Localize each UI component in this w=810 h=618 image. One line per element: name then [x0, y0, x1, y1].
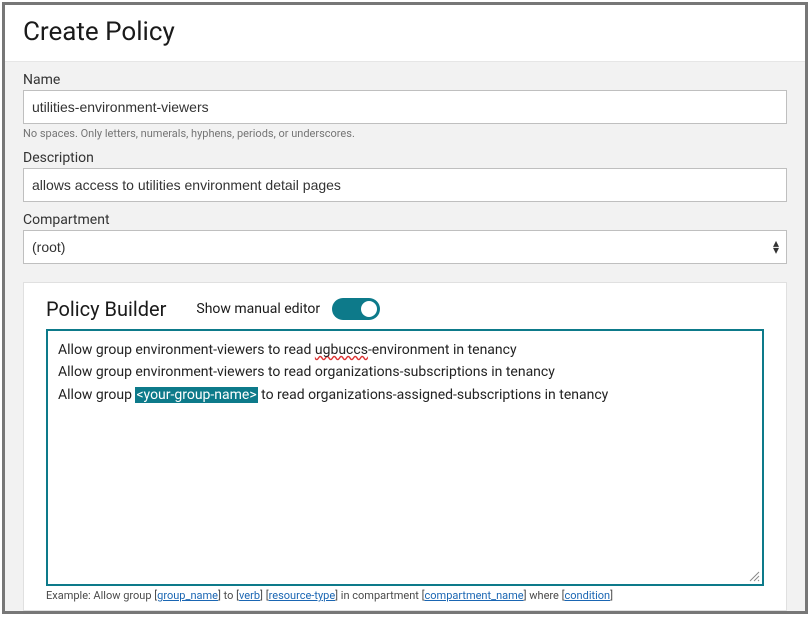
compartment-select[interactable] [23, 230, 787, 264]
description-label: Description [23, 150, 787, 166]
policy-statements-editor[interactable]: Allow group environment-viewers to read … [46, 329, 764, 586]
example-group-name-link[interactable]: group_name [157, 589, 218, 602]
name-field: Name No spaces. Only letters, numerals, … [23, 72, 787, 140]
policy-builder-panel: Policy Builder Show manual editor Allow … [23, 282, 787, 611]
name-label: Name [23, 72, 787, 88]
example-condition-link[interactable]: condition [565, 589, 611, 602]
resize-handle-icon [748, 570, 760, 582]
manual-editor-toggle-group: Show manual editor [196, 298, 380, 320]
policy-line: Allow group environment-viewers to read … [58, 339, 752, 361]
example-resource-type-link[interactable]: resource-type [269, 589, 336, 602]
page-title: Create Policy [23, 17, 787, 47]
create-policy-dialog: Create Policy Name No spaces. Only lette… [2, 2, 808, 614]
name-hint: No spaces. Only letters, numerals, hyphe… [23, 127, 787, 140]
manual-editor-toggle[interactable] [332, 298, 380, 320]
policy-line: Allow group <your-group-name> to read or… [58, 384, 752, 406]
selected-placeholder-token: <your-group-name> [135, 387, 257, 403]
dialog-header: Create Policy [5, 5, 805, 62]
policy-example-hint: Example: Allow group [group_name] to [ve… [46, 589, 764, 602]
compartment-label: Compartment [23, 212, 787, 228]
misspelled-token: ugbuccs [315, 342, 368, 358]
example-verb-link[interactable]: verb [239, 589, 260, 602]
example-compartment-name-link[interactable]: compartment_name [425, 589, 524, 602]
form-area: Name No spaces. Only letters, numerals, … [5, 62, 805, 611]
description-input[interactable] [23, 168, 787, 202]
manual-editor-toggle-label: Show manual editor [196, 301, 320, 317]
name-input[interactable] [23, 90, 787, 124]
description-field: Description [23, 150, 787, 202]
policy-line: Allow group environment-viewers to read … [58, 361, 752, 383]
policy-builder-title: Policy Builder [46, 297, 166, 321]
compartment-field: Compartment ▴▾ [23, 212, 787, 264]
